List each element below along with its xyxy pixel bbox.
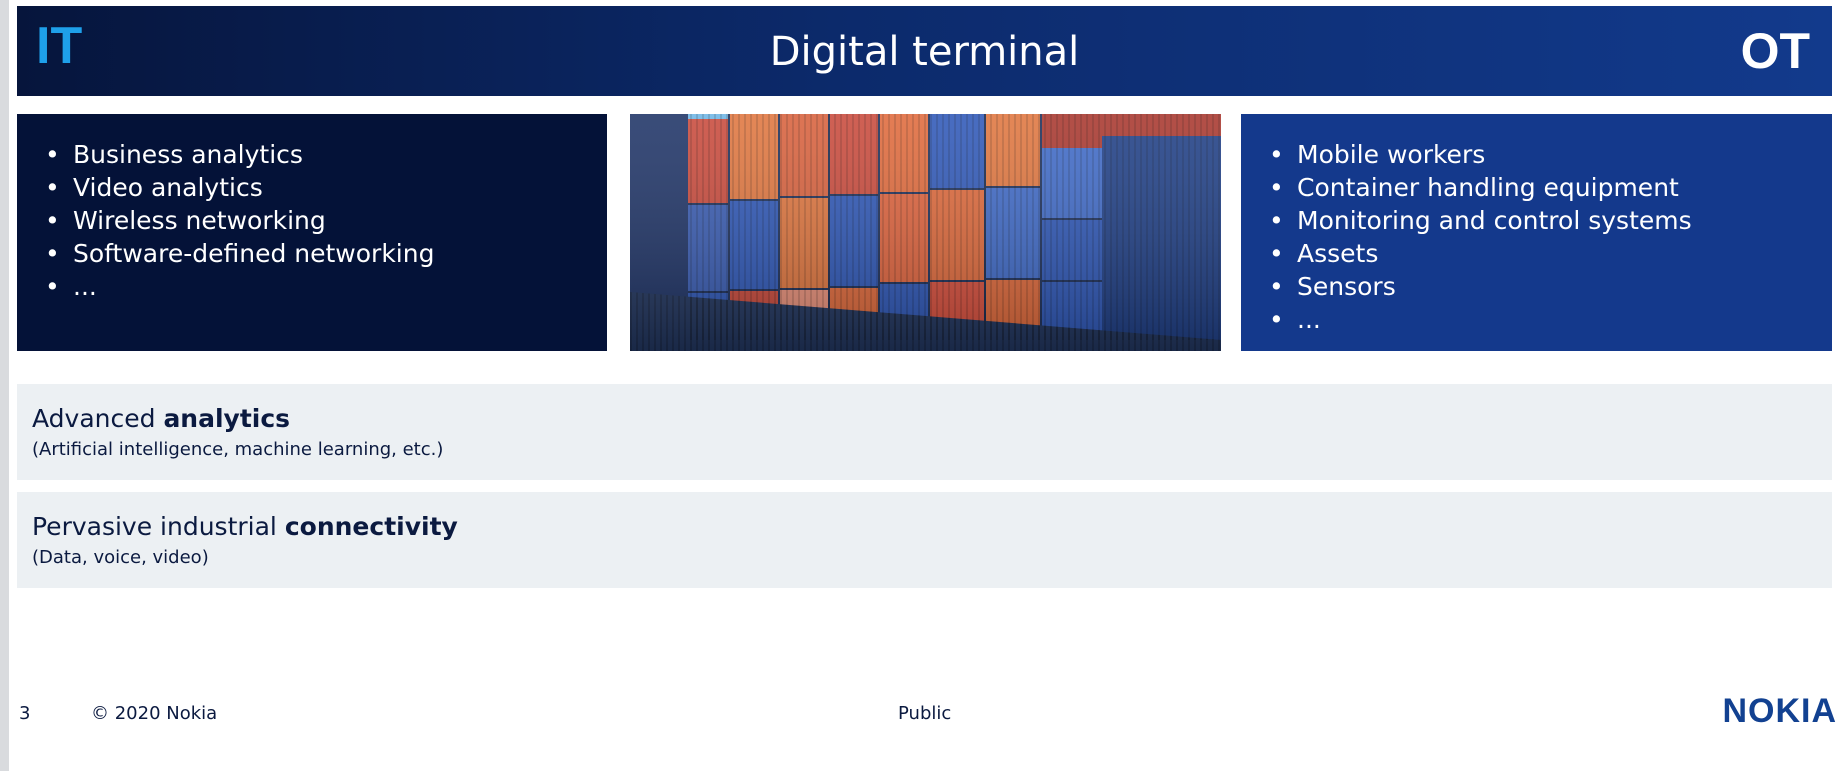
classification-label: Public <box>898 703 952 724</box>
it-bullet-item: Software-defined networking <box>45 237 607 270</box>
nokia-logo: NOKIA <box>1722 692 1837 730</box>
it-bullet-item: Business analytics <box>45 138 607 171</box>
page-number: 3 <box>19 703 31 724</box>
analytics-band: Advanced analytics (Artificial intellige… <box>17 384 1832 480</box>
analytics-title: Advanced analytics <box>32 404 290 433</box>
analytics-subtitle: (Artificial intelligence, machine learni… <box>32 439 444 460</box>
it-panel: Business analytics Video analytics Wirel… <box>17 114 607 351</box>
it-bullet-item: Video analytics <box>45 171 607 204</box>
connectivity-title-bold: connectivity <box>284 512 458 541</box>
copyright: © 2020 Nokia <box>91 703 218 724</box>
analytics-title-prefix: Advanced <box>32 404 164 433</box>
it-bullet-item: ... <box>45 270 607 303</box>
containers-image <box>630 114 1221 351</box>
connectivity-title-prefix: Pervasive industrial <box>32 512 285 541</box>
analytics-title-bold: analytics <box>163 404 291 433</box>
ot-bullet-item: ... <box>1269 303 1832 336</box>
ot-bullet-item: Mobile workers <box>1269 138 1832 171</box>
connectivity-band: Pervasive industrial connectivity (Data,… <box>17 492 1832 588</box>
ot-bullet-item: Container handling equipment <box>1269 171 1832 204</box>
shipping-containers-photo-icon <box>630 114 1221 351</box>
ot-label: OT <box>1740 23 1810 79</box>
ot-bullet-item: Sensors <box>1269 270 1832 303</box>
connectivity-title: Pervasive industrial connectivity <box>32 512 458 541</box>
slide-title: Digital terminal <box>769 29 1080 75</box>
header-bar: IT Digital terminal OT <box>17 6 1832 96</box>
ot-bullet-item: Monitoring and control systems <box>1269 204 1832 237</box>
it-bullet-item: Wireless networking <box>45 204 607 237</box>
left-edge-strip <box>0 0 9 771</box>
ot-bullet-list: Mobile workers Container handling equipm… <box>1241 114 1832 336</box>
ot-panel: Mobile workers Container handling equipm… <box>1241 114 1832 351</box>
connectivity-subtitle: (Data, voice, video) <box>32 547 209 568</box>
it-bullet-list: Business analytics Video analytics Wirel… <box>17 114 607 303</box>
ot-bullet-item: Assets <box>1269 237 1832 270</box>
